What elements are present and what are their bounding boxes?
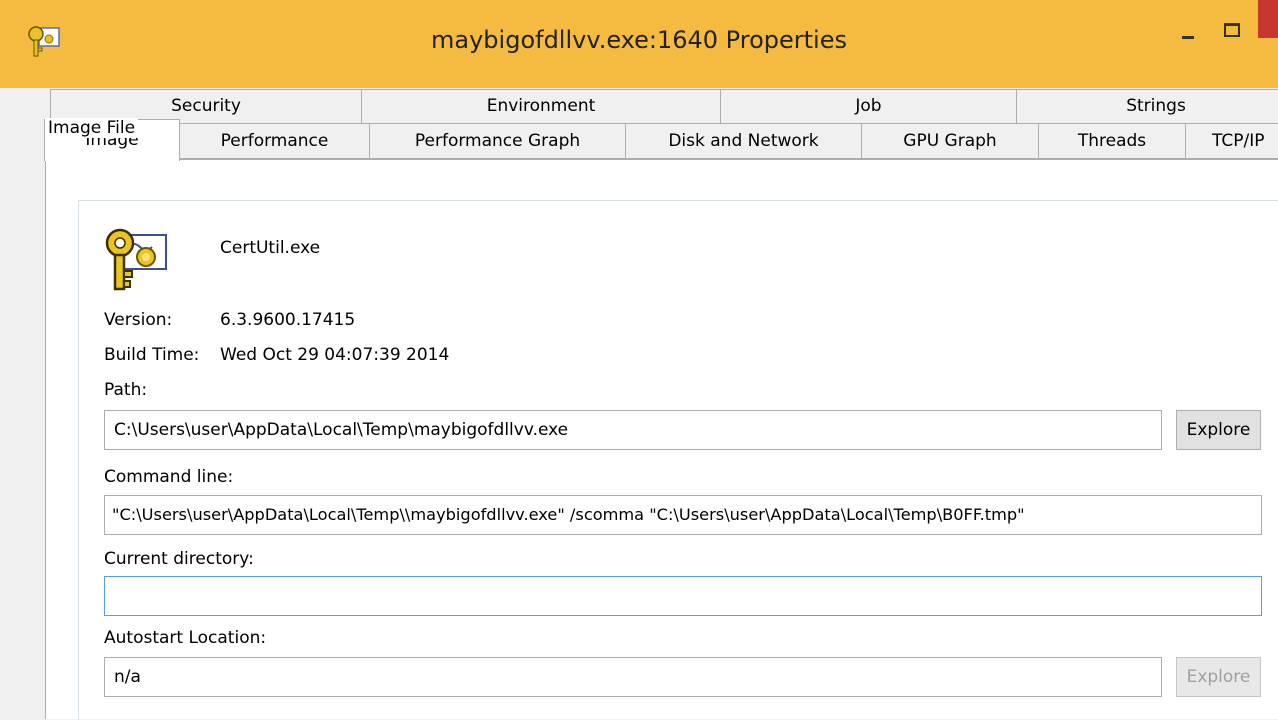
tab-threads[interactable]: Threads [1038, 123, 1186, 159]
minimize-icon [1182, 36, 1194, 39]
image-file-name: CertUtil.exe [220, 238, 321, 258]
build-time-value: Wed Oct 29 04:07:39 2014 [220, 345, 450, 365]
maximize-button[interactable] [1212, 0, 1250, 60]
version-label: Version: [104, 310, 173, 330]
tab-strings[interactable]: Strings [1016, 89, 1278, 123]
autostart-explore-button[interactable]: Explore [1176, 657, 1261, 697]
tab-environment[interactable]: Environment [361, 89, 721, 123]
command-line-field[interactable]: "C:\Users\user\AppData\Local\Temp\\maybi… [104, 495, 1262, 535]
current-directory-field[interactable] [104, 576, 1262, 616]
window-title: maybigofdllvv.exe:1640 Properties [431, 26, 847, 54]
path-field[interactable]: C:\Users\user\AppData\Local\Temp\maybigo… [104, 410, 1162, 450]
certificate-key-icon [105, 228, 167, 291]
minimize-button[interactable] [1168, 0, 1206, 60]
version-value: 6.3.9600.17415 [220, 310, 356, 330]
path-explore-button[interactable]: Explore [1176, 410, 1261, 450]
tab-performance-graph[interactable]: Performance Graph [369, 123, 626, 159]
autostart-location-label: Autostart Location: [104, 628, 267, 648]
title-bar[interactable]: maybigofdllvv.exe:1640 Properties [0, 0, 1278, 88]
close-button[interactable] [1258, 0, 1278, 38]
tab-tcpip[interactable]: TCP/IP [1185, 123, 1278, 159]
command-line-label: Command line: [104, 467, 234, 487]
current-directory-label: Current directory: [104, 549, 254, 569]
tab-gpu-graph[interactable]: GPU Graph [861, 123, 1039, 159]
tab-performance[interactable]: Performance [179, 123, 370, 159]
autostart-location-field[interactable]: n/a [104, 657, 1162, 697]
dialog-body: Security Environment Job Strings Image P… [8, 88, 1278, 720]
tab-job[interactable]: Job [720, 89, 1017, 123]
path-label: Path: [104, 380, 148, 400]
build-time-label: Build Time: [104, 345, 200, 365]
tab-disk-and-network[interactable]: Disk and Network [625, 123, 862, 159]
image-file-group-label: Image File [45, 118, 139, 138]
maximize-icon [1224, 23, 1240, 37]
